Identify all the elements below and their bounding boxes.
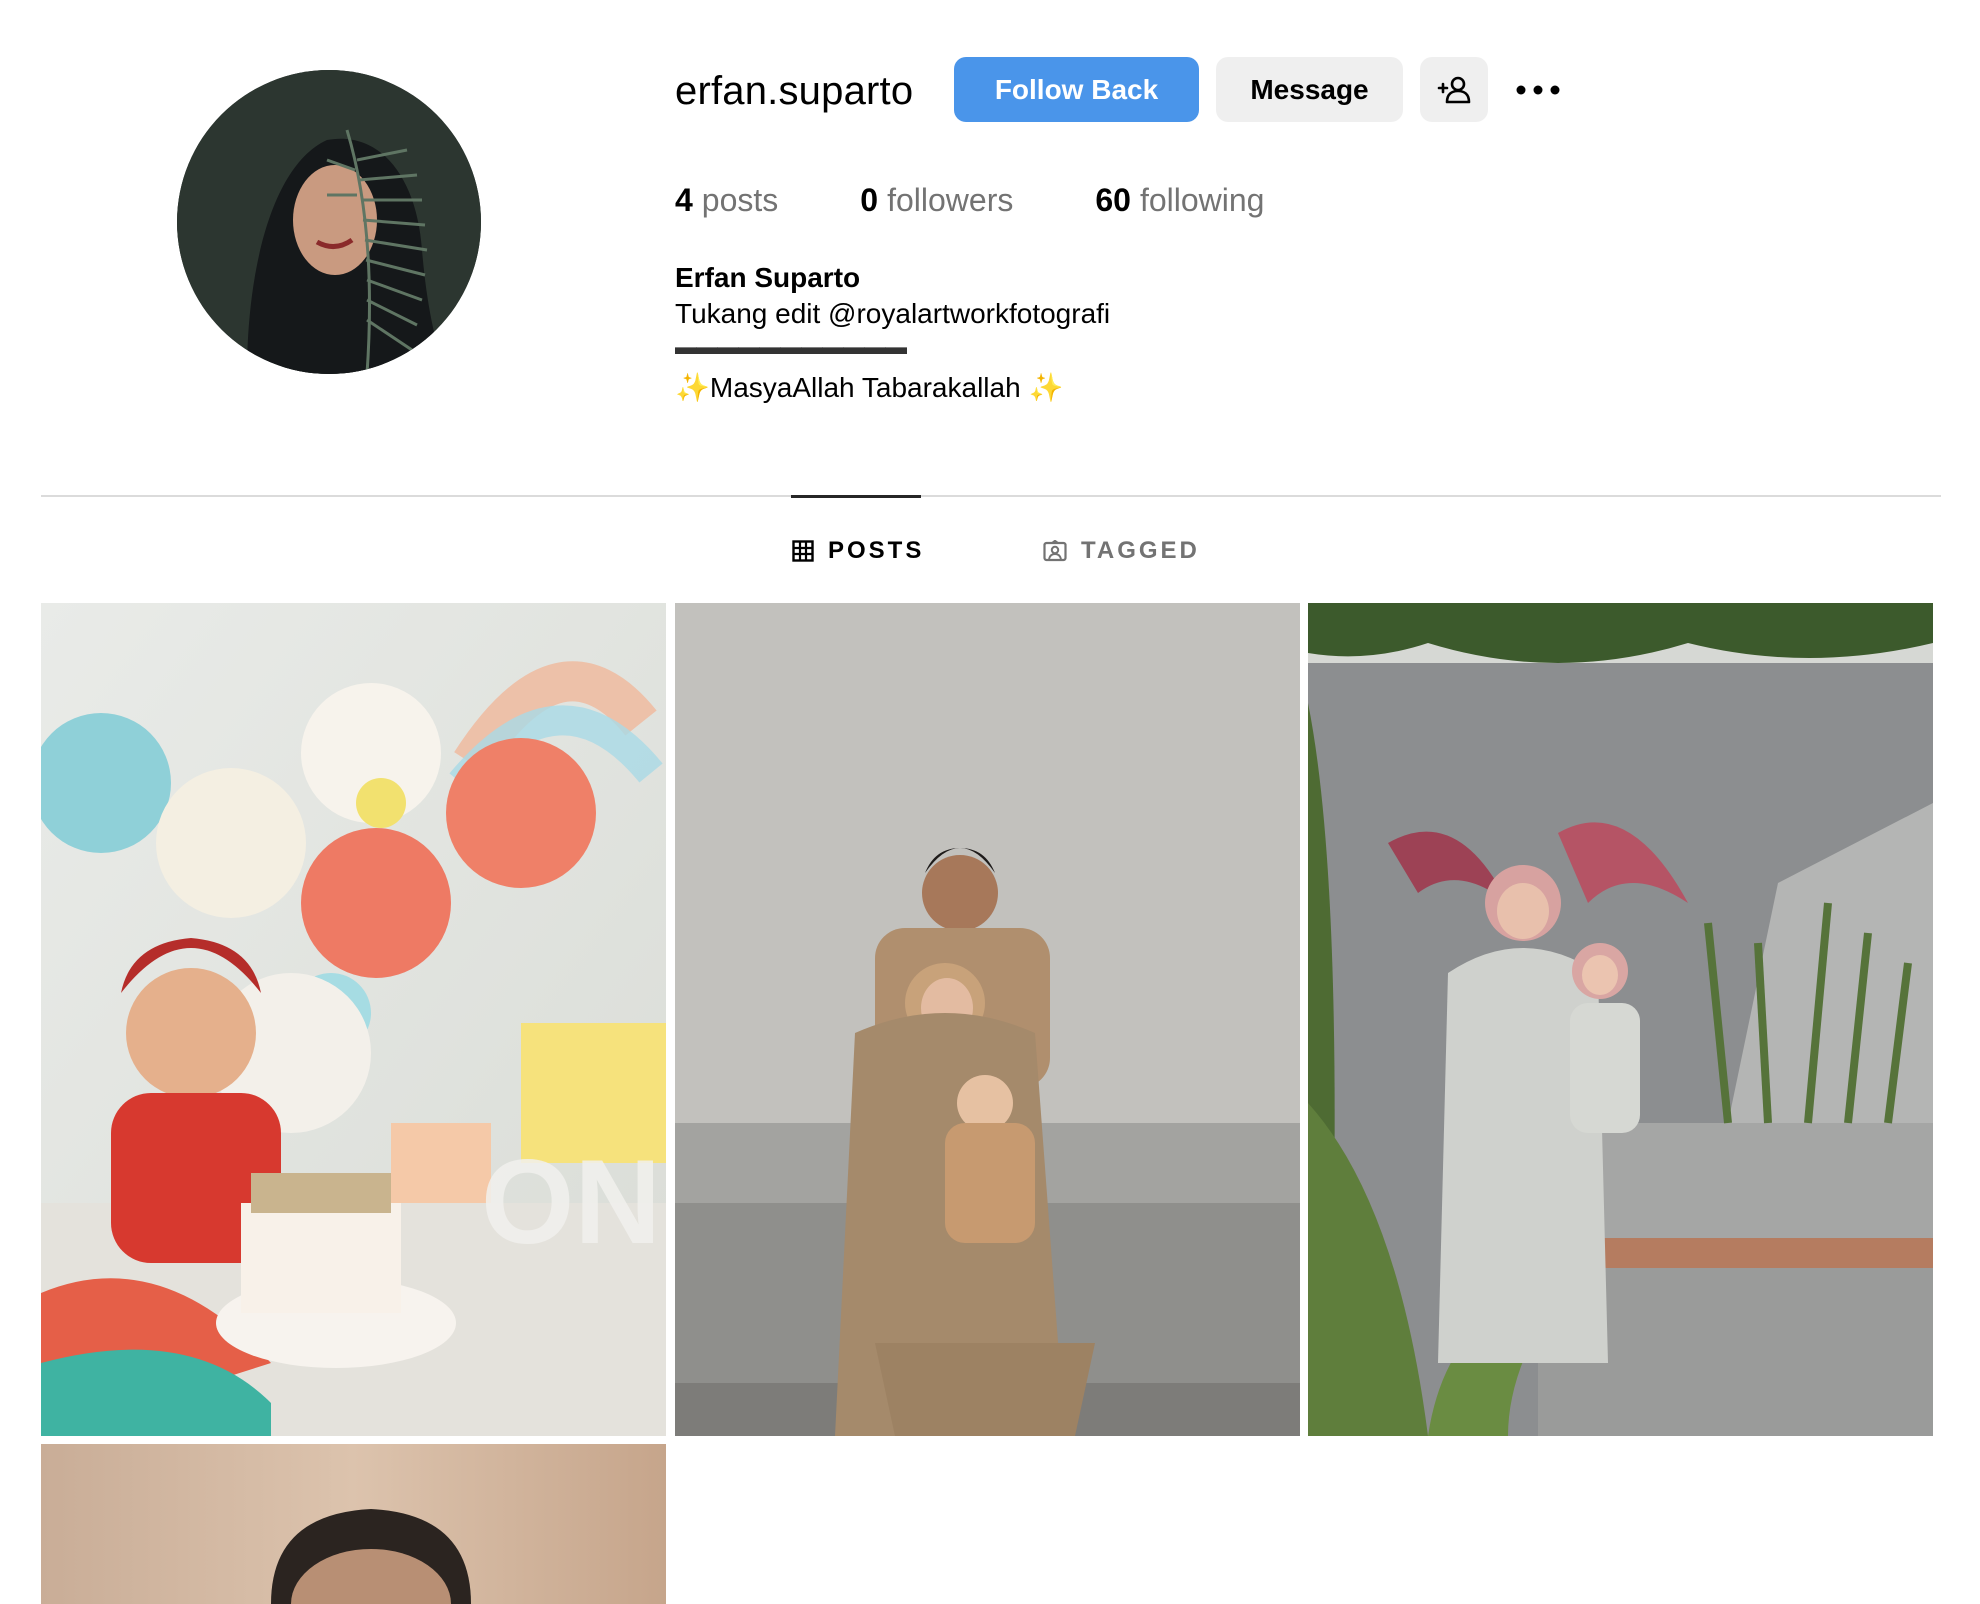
- tabs-divider: [41, 495, 1941, 497]
- more-options-button[interactable]: [1504, 57, 1572, 122]
- profile-stats: 4 posts 0 followers 60 following: [675, 178, 1346, 222]
- post-image-family-sofa: [675, 603, 1300, 1436]
- grid-icon: [792, 540, 814, 562]
- followers-count-label: followers: [887, 182, 1014, 218]
- profile-avatar[interactable]: [177, 70, 481, 374]
- post-image-portrait: [41, 1444, 666, 1604]
- posts-count: 4 posts: [675, 178, 778, 222]
- tab-posts[interactable]: POSTS: [792, 533, 924, 569]
- tab-posts-label: POSTS: [828, 537, 925, 564]
- add-person-icon: [1437, 76, 1471, 103]
- follow-back-button[interactable]: Follow Back: [954, 57, 1199, 122]
- post-tile[interactable]: [675, 603, 1300, 1436]
- post-tile[interactable]: [1308, 603, 1933, 1436]
- post-tile[interactable]: ON: [41, 603, 666, 1436]
- profile-username: erfan.suparto: [675, 69, 914, 113]
- bio-line-1: Tukang edit @royalartworkfotografi: [675, 298, 1111, 329]
- posts-count-value: 4: [675, 182, 693, 218]
- profile-full-name: Erfan Suparto: [675, 262, 861, 293]
- tab-tagged[interactable]: TAGGED: [1043, 533, 1200, 569]
- active-tab-indicator: [791, 495, 921, 498]
- following-count-label: following: [1139, 182, 1265, 218]
- tab-tagged-label: TAGGED: [1081, 537, 1200, 564]
- followers-count[interactable]: 0 followers: [860, 178, 1013, 222]
- bio-line-2: ▬▬▬▬▬▬▬▬▬▬▬: [675, 334, 907, 359]
- svg-text:ON: ON: [481, 1135, 661, 1269]
- followers-count-value: 0: [860, 182, 879, 218]
- sparkle-icon: ✨: [1028, 372, 1064, 403]
- posts-count-label: posts: [701, 182, 779, 218]
- avatar-photo: [177, 70, 481, 374]
- bio-line-3-text: MasyaAllah Tabarakallah: [709, 372, 1029, 403]
- sparkle-icon: ✨: [675, 372, 710, 403]
- profile-page: erfan.suparto Follow Back Message 4 posts…: [0, 0, 1980, 1604]
- post-image-garden: [1308, 603, 1933, 1436]
- post-tile[interactable]: [41, 1444, 666, 1604]
- following-count[interactable]: 60 following: [1095, 178, 1264, 222]
- tagged-icon: [1043, 540, 1067, 562]
- suggest-users-button[interactable]: [1420, 57, 1488, 122]
- post-image-birthday: ON: [41, 603, 666, 1436]
- bio-line-3: ✨MasyaAllah Tabarakallah ✨: [675, 369, 1063, 407]
- message-button[interactable]: Message: [1216, 57, 1403, 122]
- following-count-value: 60: [1095, 182, 1131, 218]
- more-options-icon: [1516, 85, 1560, 94]
